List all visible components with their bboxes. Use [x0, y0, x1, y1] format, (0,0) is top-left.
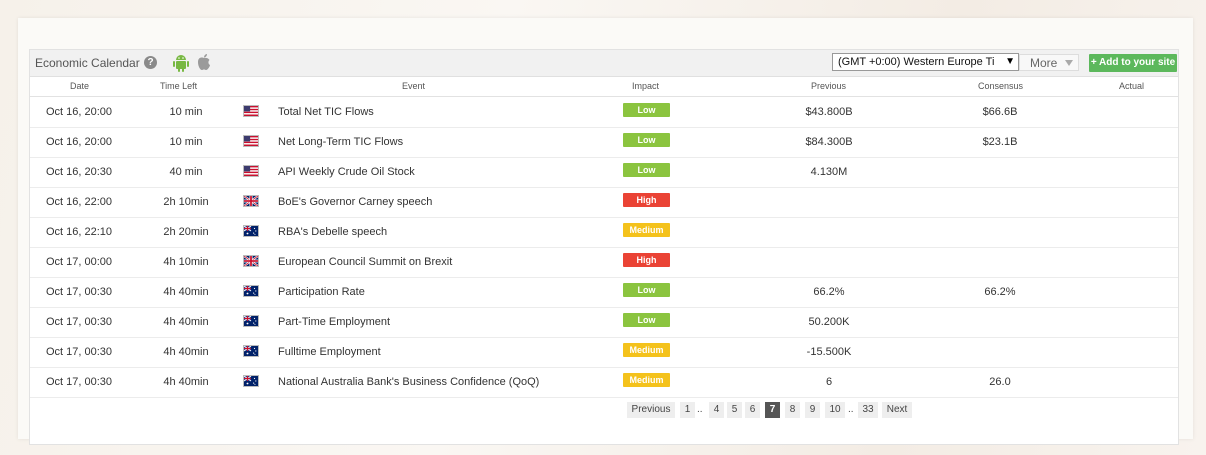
page-ellipsis: ..: [697, 404, 703, 415]
column-headers: Date Time Left Event Impact Previous Con…: [30, 77, 1178, 97]
au-flag-icon: [243, 285, 259, 297]
page-7-button[interactable]: 7: [765, 402, 780, 418]
next-page-button[interactable]: Next: [882, 402, 912, 418]
event-previous: 66.2%: [813, 286, 845, 298]
android-icon[interactable]: [172, 53, 190, 73]
apple-icon[interactable]: [196, 53, 212, 72]
table-row[interactable]: Oct 17, 00:30 4h 40min Part-Time Employmen…: [30, 307, 1178, 338]
col-event[interactable]: Event: [402, 81, 425, 91]
table-row[interactable]: Oct 16, 22:10 2h 20min RBA's Debelle speec…: [30, 217, 1178, 248]
au-flag-icon: [243, 315, 259, 327]
col-time-left[interactable]: Time Left: [160, 81, 197, 91]
page-8-button[interactable]: 8: [785, 402, 800, 418]
table-row[interactable]: Oct 16, 20:30 40 min API Weekly Crude Oil …: [30, 157, 1178, 188]
event-consensus: 66.2%: [984, 286, 1016, 298]
previous-page-button[interactable]: Previous: [627, 402, 675, 418]
us-flag-icon: [243, 135, 259, 147]
event-name[interactable]: RBA's Debelle speech: [278, 226, 387, 238]
event-consensus: 26.0: [989, 376, 1011, 388]
page-1-button[interactable]: 1: [680, 402, 695, 418]
event-previous: 4.130M: [810, 166, 848, 178]
event-name[interactable]: Total Net TIC Flows: [278, 106, 374, 118]
impact-badge: Medium: [623, 373, 670, 387]
us-flag-icon: [243, 105, 259, 117]
impact-badge: Medium: [623, 223, 670, 237]
impact-badge: High: [623, 193, 670, 207]
impact-badge: High: [623, 253, 670, 267]
widget-header: Economic Calendar ? (GMT +0:00) Western …: [30, 50, 1178, 77]
impact-badge: Low: [623, 313, 670, 327]
us-flag-icon: [243, 165, 259, 177]
page-9-button[interactable]: 9: [805, 402, 820, 418]
economic-calendar-widget: Economic Calendar ? (GMT +0:00) Western …: [29, 49, 1179, 445]
col-previous[interactable]: Previous: [811, 81, 846, 91]
page-ellipsis: ..: [848, 404, 854, 415]
col-actual[interactable]: Actual: [1119, 81, 1144, 91]
event-name[interactable]: Net Long-Term TIC Flows: [278, 136, 403, 148]
page-10-button[interactable]: 10: [825, 402, 845, 418]
widget-title: Economic Calendar: [35, 56, 140, 70]
event-consensus: $23.1B: [982, 136, 1018, 148]
table-row[interactable]: Oct 16, 22:00 2h 10min BoE's Governor Carn…: [30, 187, 1178, 218]
uk-flag-icon: [243, 255, 259, 267]
au-flag-icon: [243, 345, 259, 357]
add-to-site-button[interactable]: + Add to your site: [1089, 54, 1177, 72]
event-previous: -15.500K: [806, 346, 852, 358]
table-row[interactable]: Oct 17, 00:30 4h 40min Fulltime Employment…: [30, 337, 1178, 368]
event-previous: 6: [825, 376, 833, 388]
table-row[interactable]: Oct 17, 00:00 4h 10min European Council Su…: [30, 247, 1178, 278]
impact-badge: Low: [623, 283, 670, 297]
table-row[interactable]: Oct 16, 20:00 10 min Total Net TIC Flows Lo…: [30, 97, 1178, 128]
impact-badge: Low: [623, 103, 670, 117]
event-name[interactable]: European Council Summit on Brexit: [278, 256, 452, 268]
more-dropdown[interactable]: More: [1019, 54, 1079, 71]
timezone-select[interactable]: (GMT +0:00) Western Europe Ti ▼: [832, 53, 1019, 71]
page-5-button[interactable]: 5: [727, 402, 742, 418]
au-flag-icon: [243, 225, 259, 237]
timezone-value: (GMT +0:00) Western Europe Ti: [838, 56, 995, 68]
uk-flag-icon: [243, 195, 259, 207]
page-6-button[interactable]: 6: [745, 402, 760, 418]
table-row[interactable]: Oct 16, 20:00 10 min Net Long-Term TIC Flo…: [30, 127, 1178, 158]
more-label: More: [1030, 56, 1058, 70]
impact-badge: Low: [623, 133, 670, 147]
event-name[interactable]: Participation Rate: [278, 286, 365, 298]
table-row[interactable]: Oct 17, 00:30 4h 40min Participation Rate L…: [30, 277, 1178, 308]
au-flag-icon: [243, 375, 259, 387]
event-previous: $84.300B: [805, 136, 853, 148]
event-previous: 50.200K: [808, 316, 850, 328]
col-consensus[interactable]: Consensus: [978, 81, 1023, 91]
event-name[interactable]: Fulltime Employment: [278, 346, 381, 358]
page-panel: Economic Calendar ? (GMT +0:00) Western …: [18, 18, 1193, 445]
page-33-button[interactable]: 33: [858, 402, 878, 418]
page-4-button[interactable]: 4: [709, 402, 724, 418]
event-previous: $43.800B: [805, 106, 853, 118]
event-name[interactable]: API Weekly Crude Oil Stock: [278, 166, 415, 178]
event-name[interactable]: BoE's Governor Carney speech: [278, 196, 432, 208]
col-impact[interactable]: Impact: [632, 81, 659, 91]
col-date[interactable]: Date: [70, 81, 89, 91]
impact-badge: Medium: [623, 343, 670, 357]
impact-badge: Low: [623, 163, 670, 177]
dropdown-arrow-icon: ▼: [1005, 56, 1015, 67]
chevron-down-icon: [1065, 60, 1073, 66]
event-name[interactable]: Part-Time Employment: [278, 316, 390, 328]
event-name[interactable]: National Australia Bank's Business Confi…: [278, 376, 539, 388]
table-row[interactable]: Oct 17, 00:30 4h 40min National Australia …: [30, 367, 1178, 398]
event-consensus: $66.6B: [982, 106, 1018, 118]
pagination: Previous 1.. 4 5 6 7 8 9 10.. 33 Next: [30, 402, 1178, 422]
question-circle-icon[interactable]: ?: [144, 56, 157, 69]
